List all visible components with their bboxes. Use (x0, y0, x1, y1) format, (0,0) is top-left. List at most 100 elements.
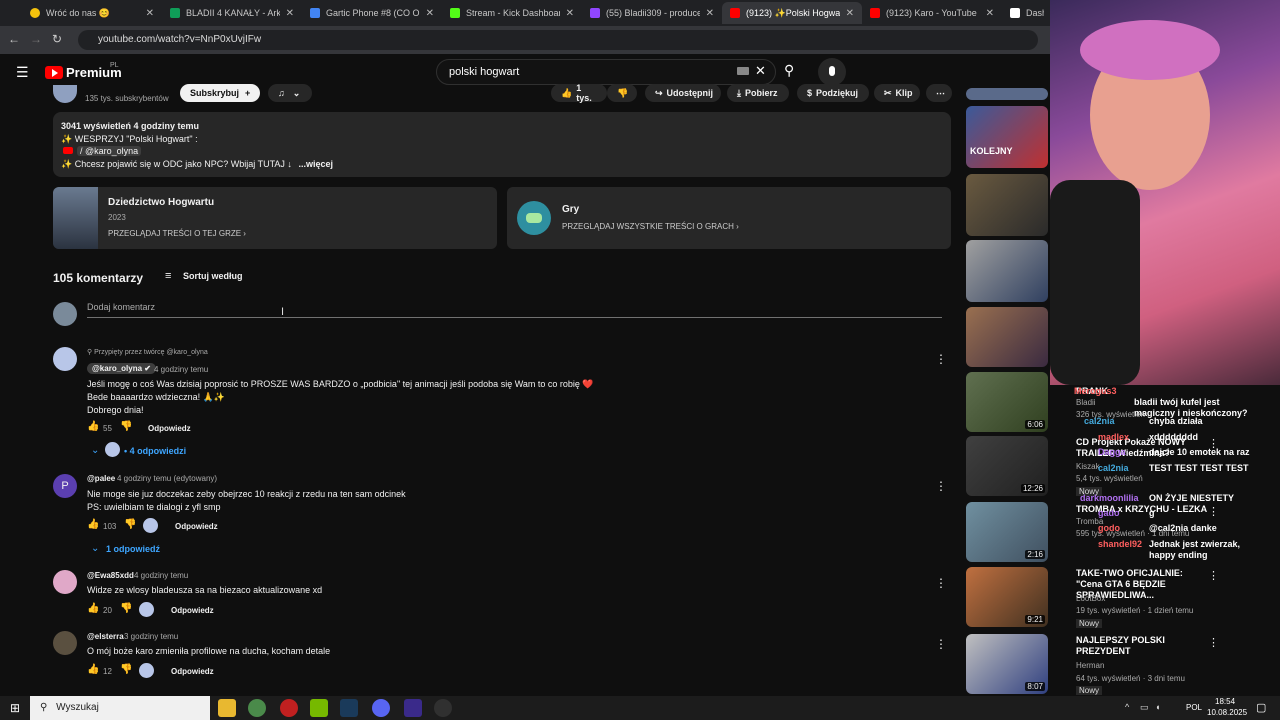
video-title[interactable]: NAJLEPSZY POLSKI PREZYDENT (1076, 635, 1211, 657)
thumb-down-icon[interactable]: 👎 (120, 421, 132, 432)
close-icon[interactable]: ✕ (146, 8, 154, 19)
comment-time[interactable]: 4 godziny temu (134, 571, 188, 580)
comment-menu-icon[interactable]: ⋮ (935, 479, 947, 493)
browser-tab[interactable]: (9123) Karo - YouTube ✕ (862, 2, 1002, 24)
comment-avatar[interactable] (53, 347, 77, 371)
channel-link[interactable]: / @karo_olyna (77, 146, 142, 156)
reload-icon[interactable]: ↻ (52, 32, 62, 46)
comment-author[interactable]: @karo_olyna ✔ (87, 363, 156, 374)
back-icon[interactable]: ← (8, 32, 20, 46)
chevron-down-icon[interactable]: ⌄ (91, 445, 99, 456)
video-thumbnail[interactable] (966, 240, 1048, 302)
like-button[interactable]: 👍 1 tys. (551, 83, 607, 103)
menu-icon[interactable]: ☰ (16, 64, 29, 81)
opera-icon[interactable] (280, 699, 298, 717)
more-actions-button[interactable]: ⋯ (926, 84, 952, 102)
browser-tab[interactable]: (55) Bladii309 - producent w✕ (582, 2, 722, 24)
thumb-up-icon[interactable]: 👍 (87, 664, 99, 675)
subscribe-button[interactable]: Subskrybuj + (180, 84, 260, 102)
clock-date[interactable]: 10.08.2025 (1207, 708, 1247, 717)
thumb-down-icon[interactable]: 👎 (120, 664, 132, 675)
video-thumbnail[interactable] (966, 88, 1048, 100)
dislike-button[interactable]: 👎 (607, 84, 637, 102)
thumb-down-icon[interactable]: 👎 (124, 519, 136, 530)
browser-tab-active[interactable]: (9123) ✨Polski Hogwart✨✕ (722, 2, 862, 24)
browse-gaming-link[interactable]: PRZEGLĄDAJ WSZYSTKIE TREŚCI O GRACH › (562, 222, 739, 231)
steam-icon[interactable] (340, 699, 358, 717)
file-explorer-icon[interactable] (218, 699, 236, 717)
comment-avatar[interactable] (53, 570, 77, 594)
thumb-up-icon[interactable]: 👍 (87, 519, 99, 530)
video-thumbnail[interactable] (966, 307, 1048, 367)
video-thumbnail[interactable]: KOLEJNY (966, 106, 1048, 168)
close-icon[interactable]: ✕ (706, 8, 714, 19)
download-button[interactable]: ⤓ Pobierz (727, 84, 789, 102)
clear-icon[interactable]: ✕ (755, 63, 766, 79)
comment-menu-icon[interactable]: ⋮ (935, 576, 947, 590)
windows-start-icon[interactable]: ⊞ (10, 701, 20, 715)
video-thumbnail[interactable]: 6:06 (966, 372, 1048, 432)
browser-tab[interactable]: BLADII 4 KANAŁY - Arkusze✕ (162, 2, 302, 24)
show-more-link[interactable]: ...więcej (298, 159, 333, 169)
sort-button[interactable]: Sortuj według (183, 271, 243, 281)
browser-tab[interactable]: Dashbo (1002, 2, 1052, 24)
volume-icon[interactable]: ◖ (1155, 702, 1160, 712)
nvidia-icon[interactable] (310, 699, 328, 717)
video-channel[interactable]: Herman (1076, 661, 1104, 670)
mic-button[interactable] (818, 58, 846, 86)
search-input[interactable]: polski hogwart (436, 59, 776, 85)
chevron-down-icon[interactable]: ⌄ (91, 543, 99, 554)
address-input[interactable]: youtube.com/watch?v=NnP0xUvjIFw (78, 30, 1038, 50)
video-channel[interactable]: LootBox (1076, 594, 1105, 603)
video-menu-icon[interactable]: ⋮ (1208, 569, 1219, 582)
comment-avatar[interactable]: P (53, 474, 77, 498)
clip-button[interactable]: ✂ Klip (874, 84, 920, 102)
forward-icon[interactable]: → (30, 32, 42, 46)
reply-button[interactable]: Odpowiedz (175, 522, 218, 531)
reply-button[interactable]: Odpowiedz (171, 606, 214, 615)
chrome-icon[interactable] (248, 699, 266, 717)
video-thumbnail[interactable]: 2:16 (966, 502, 1048, 562)
comment-author[interactable]: @Ewa85xdd (87, 571, 134, 580)
thanks-button[interactable]: $ Podziękuj (797, 84, 869, 102)
keyboard-icon[interactable] (737, 67, 749, 75)
comment-avatar[interactable] (53, 631, 77, 655)
media-encoder-icon[interactable] (404, 699, 422, 717)
close-icon[interactable]: ✕ (986, 8, 994, 19)
browser-tab[interactable]: Gartic Phone #8 (CO ONI ZR✕ (302, 2, 442, 24)
browse-game-link[interactable]: PRZEGLĄDAJ TREŚCI O TEJ GRZE › (108, 229, 246, 238)
reply-button[interactable]: Odpowiedz (148, 424, 191, 433)
clock-time[interactable]: 18:54 (1215, 697, 1235, 706)
thumb-up-icon[interactable]: 👍 (87, 421, 99, 432)
sort-icon[interactable]: ≡ (165, 270, 171, 282)
close-icon[interactable]: ✕ (566, 8, 574, 19)
view-replies-button[interactable]: • 4 odpowiedzi (124, 446, 186, 456)
obs-icon[interactable] (434, 699, 452, 717)
video-thumbnail[interactable] (966, 174, 1048, 236)
discord-icon[interactable] (372, 699, 390, 717)
comment-menu-icon[interactable]: ⋮ (935, 637, 947, 651)
comment-time[interactable]: 3 godziny temu (124, 632, 178, 641)
close-icon[interactable]: ✕ (286, 8, 294, 19)
thumb-up-icon[interactable]: 👍 (87, 603, 99, 614)
browser-tab[interactable]: Wróć do nas 😊 ✕ (22, 2, 162, 24)
comment-author[interactable]: @palee (87, 474, 115, 483)
comment-time[interactable]: 4 godziny temu (edytowany) (117, 474, 217, 483)
share-button[interactable]: ↪ Udostępnij (645, 84, 721, 102)
game-card[interactable]: Dziedzictwo Hogwartu 2023 PRZEGLĄDAJ TRE… (53, 187, 497, 249)
notification-bell-button[interactable]: ♫ ⌄ (268, 84, 312, 102)
taskbar-search-input[interactable]: ⚲ Wyszukaj (30, 696, 210, 720)
browser-tab[interactable]: Stream - Kick Dashboard ✕ (442, 2, 582, 24)
comment-menu-icon[interactable]: ⋮ (935, 352, 947, 366)
comment-author[interactable]: @elsterra (87, 632, 124, 641)
close-icon[interactable]: ✕ (426, 8, 434, 19)
youtube-logo-icon[interactable] (45, 66, 63, 79)
video-thumbnail[interactable]: 8:07 (966, 634, 1048, 694)
comment-time[interactable]: 4 godziny temu (154, 365, 208, 374)
reply-button[interactable]: Odpowiedz (171, 667, 214, 676)
video-thumbnail[interactable]: 12:26 (966, 436, 1048, 496)
notification-icon[interactable]: ▢ (1256, 701, 1266, 714)
language-indicator[interactable]: POL (1186, 703, 1202, 712)
channel-avatar[interactable] (53, 85, 77, 103)
thumb-down-icon[interactable]: 👎 (120, 603, 132, 614)
